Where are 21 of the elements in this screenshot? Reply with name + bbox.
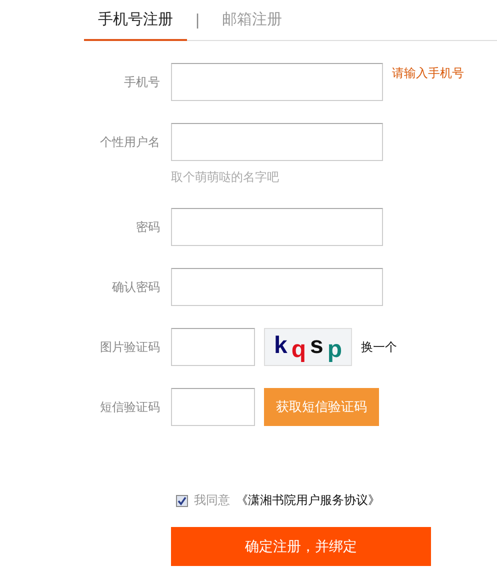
- input-field[interactable]: [171, 123, 383, 161]
- input-field[interactable]: [171, 208, 383, 246]
- error-message: 请输入手机号: [392, 65, 464, 82]
- field-label: 确认密码: [111, 279, 160, 296]
- field-label: 个性用户名: [99, 134, 160, 151]
- checkbox[interactable]: [176, 494, 188, 506]
- field-label: 手机号: [123, 74, 160, 91]
- field-hint: 取个萌萌哒的名字吧: [171, 169, 280, 186]
- input-field[interactable]: [171, 328, 255, 366]
- agree-label: 我同意: [194, 492, 230, 509]
- input-field[interactable]: [171, 63, 383, 101]
- field-label: 图片验证码: [99, 339, 160, 356]
- captcha-image: k q s p: [264, 328, 352, 366]
- field-label: 密码: [135, 219, 160, 236]
- agreement-link[interactable]: 《潇湘书院用户服务协议》: [236, 492, 380, 509]
- tab-separator: |: [194, 11, 202, 29]
- input-field[interactable]: [171, 268, 383, 306]
- input-field[interactable]: [171, 388, 255, 426]
- tab[interactable]: 手机号注册: [84, 0, 187, 40]
- refresh-link[interactable]: 换一个: [361, 338, 397, 356]
- field-label: 短信验证码: [99, 399, 160, 416]
